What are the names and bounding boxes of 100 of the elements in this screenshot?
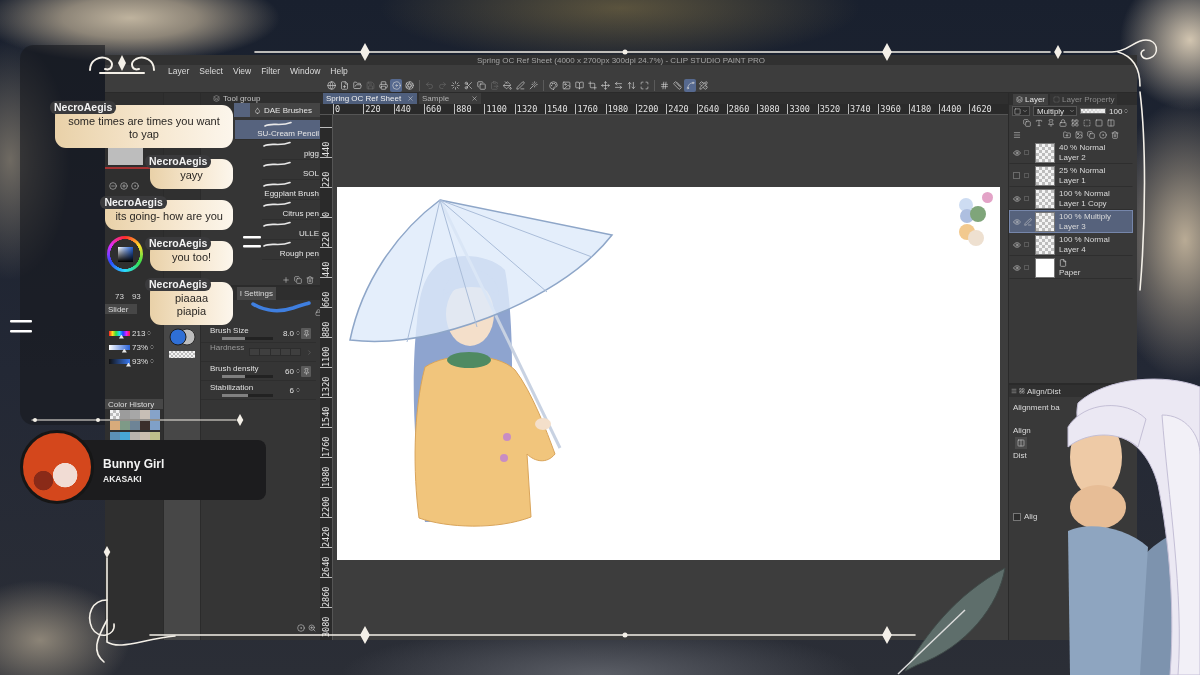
pressure-button[interactable]	[301, 327, 311, 339]
toolbar-button[interactable]	[475, 78, 487, 92]
close-icon[interactable]	[471, 95, 478, 102]
toolbar-button[interactable]	[547, 78, 559, 92]
visibility-box[interactable]	[1013, 172, 1020, 179]
layer-row[interactable]: 100 % Multiply Layer 3	[1009, 210, 1133, 233]
hue-slider[interactable]	[109, 330, 130, 336]
color-swatch[interactable]	[130, 432, 140, 440]
number-field[interactable]: 8.0	[277, 328, 301, 338]
color-swatch[interactable]	[120, 410, 130, 419]
color-swatch[interactable]	[130, 421, 140, 430]
toolbar-button[interactable]	[684, 78, 696, 92]
brightness-slider[interactable]	[109, 358, 130, 364]
brush-item[interactable]: SU-Cream Pencil	[235, 120, 320, 140]
panel-tab[interactable]: Layer Property	[1050, 94, 1118, 105]
slider-thumb[interactable]	[126, 362, 131, 367]
toolbar-button[interactable]	[403, 78, 415, 92]
text-icon[interactable]	[1035, 119, 1043, 127]
transparent-swatch[interactable]	[110, 410, 120, 419]
menu-item[interactable]: Window	[290, 66, 321, 77]
toolbar-button[interactable]	[338, 78, 350, 92]
menu-item[interactable]: View	[232, 66, 252, 77]
eye-icon[interactable]	[1013, 240, 1021, 249]
document-tab[interactable]: Sample	[419, 93, 481, 104]
layer-row[interactable]: 25 % Normal Layer 1	[1009, 164, 1133, 187]
toolbar-button[interactable]	[671, 78, 683, 92]
slider-track[interactable]	[222, 337, 273, 340]
document-tab[interactable]: Spring OC Ref Sheet	[323, 93, 417, 104]
color-swatch[interactable]	[140, 421, 150, 430]
eye-icon[interactable]	[1013, 263, 1021, 272]
toolbar-button[interactable]	[325, 78, 337, 92]
menu-item[interactable]: Select	[199, 66, 223, 77]
copy-icon[interactable]	[294, 275, 302, 284]
number-field[interactable]: 93%	[132, 356, 155, 366]
plus-icon[interactable]	[282, 275, 290, 284]
color-swatch[interactable]	[150, 432, 160, 440]
layer-color-select[interactable]	[1012, 106, 1030, 116]
blend-mode-select[interactable]: Multiply	[1033, 106, 1077, 116]
opacity-slider[interactable]	[1080, 108, 1106, 114]
brush-group-tab[interactable]: DAE Brushes	[250, 103, 320, 117]
eye-icon[interactable]	[1013, 217, 1021, 226]
number-field[interactable]: 213	[132, 328, 153, 338]
toolbar-button[interactable]	[390, 78, 402, 92]
pin-icon[interactable]	[1047, 119, 1055, 127]
number-field[interactable]: 73%	[132, 342, 155, 352]
toolbar-button[interactable]	[573, 78, 585, 92]
slider-thumb[interactable]	[121, 348, 127, 353]
toolbar-button[interactable]	[586, 78, 598, 92]
toolbar-button[interactable]	[560, 78, 572, 92]
dashed-square-icon[interactable]	[1083, 119, 1091, 127]
color-square[interactable]	[117, 246, 133, 262]
trash-icon[interactable]	[1111, 131, 1119, 139]
menu-icon[interactable]	[1013, 131, 1021, 139]
eye-icon[interactable]	[1013, 194, 1021, 203]
transparent-color-icon[interactable]	[169, 351, 195, 358]
layer-row[interactable]: Paper	[1009, 256, 1133, 279]
color-swatch[interactable]	[150, 410, 160, 419]
circle-minus-icon[interactable]	[109, 182, 117, 190]
layer-row[interactable]: 40 % Normal Layer 2	[1009, 141, 1133, 164]
layer-row[interactable]: 100 % Normal Layer 4	[1009, 233, 1133, 256]
color-swatch[interactable]	[130, 410, 140, 419]
toolbar-button[interactable]	[599, 78, 611, 92]
color-swatch[interactable]	[140, 410, 150, 419]
toolbar-button[interactable]	[501, 78, 513, 92]
image-icon[interactable]	[1075, 131, 1083, 139]
close-icon[interactable]	[407, 95, 414, 102]
copy-icon[interactable]	[1087, 131, 1095, 139]
menu-item[interactable]: Help	[330, 66, 348, 77]
circle-dot-icon[interactable]	[131, 182, 139, 190]
toolbar-button[interactable]	[514, 78, 526, 92]
trash-icon[interactable]	[306, 275, 314, 284]
grid-icon[interactable]	[1071, 119, 1079, 127]
panel-tab[interactable]: Slider	[105, 304, 137, 314]
color-wheel[interactable]	[107, 236, 143, 272]
slider-track[interactable]	[222, 394, 273, 397]
number-field[interactable]: 60	[277, 366, 301, 376]
eye-icon[interactable]	[1013, 148, 1021, 157]
number-field[interactable]: 6	[277, 385, 301, 395]
folder-plus-icon[interactable]	[1063, 131, 1071, 139]
slider-track[interactable]	[222, 375, 273, 378]
panel-tab[interactable]: Color History	[105, 399, 163, 409]
color-indicator-icon[interactable]	[168, 328, 196, 346]
color-swatch[interactable]	[110, 421, 120, 430]
toolbar-button[interactable]	[449, 78, 461, 92]
toolbar-button[interactable]	[638, 78, 650, 92]
toolbar-button[interactable]	[527, 78, 539, 92]
slider-thumb[interactable]	[118, 334, 124, 339]
circle-dot-icon[interactable]	[1099, 131, 1107, 139]
columns-icon[interactable]	[1107, 119, 1115, 127]
checkbox[interactable]	[1013, 512, 1021, 521]
square-icon[interactable]	[1095, 119, 1103, 127]
panel-tab[interactable]: Layer	[1013, 94, 1048, 105]
saturation-slider[interactable]	[109, 344, 130, 350]
circle-dot-icon[interactable]	[297, 624, 305, 632]
color-swatch[interactable]	[150, 421, 160, 430]
color-swatch[interactable]	[140, 432, 150, 440]
pressure-button[interactable]	[301, 365, 311, 377]
menu-item[interactable]: Filter	[261, 66, 281, 77]
toolbar-button[interactable]	[377, 78, 389, 92]
color-swatch[interactable]	[110, 432, 120, 440]
